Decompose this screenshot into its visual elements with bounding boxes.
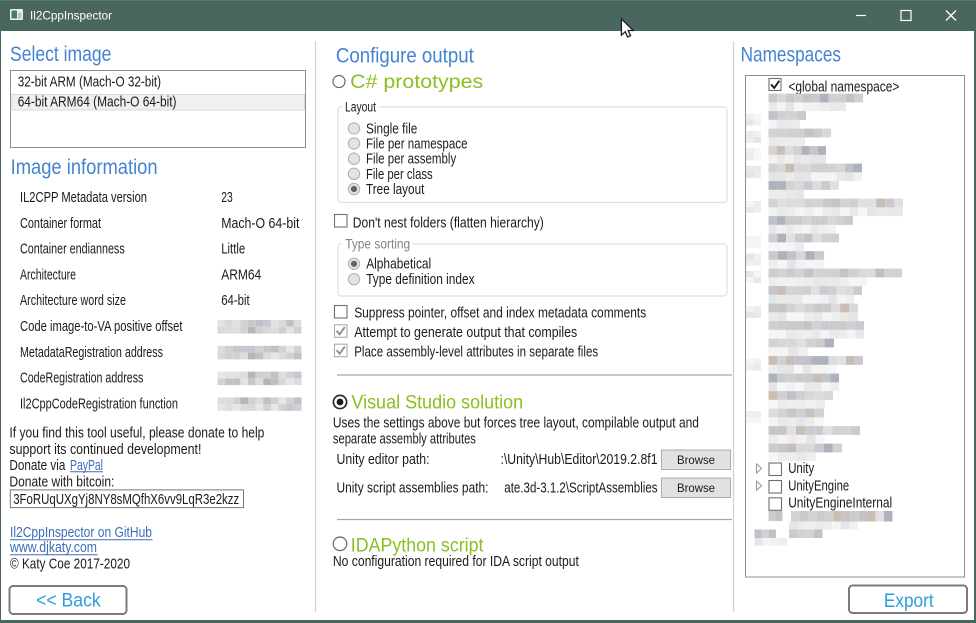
svg-text:© Katy Coe 2017-2020: © Katy Coe 2017-2020 [10,555,130,572]
svg-text:Browse: Browse [677,453,715,467]
svg-text:MetadataRegistration address: MetadataRegistration address [20,344,163,361]
svg-text:Alphabetical: Alphabetical [366,257,431,273]
svg-text:Architecture word size: Architecture word size [20,292,126,309]
svg-text:<global namespace>: <global namespace> [788,80,899,96]
svg-text:Type definition index: Type definition index [366,272,475,288]
svg-text:File per class: File per class [366,167,433,183]
svg-text:If you find this tool useful,: If you find this tool useful, please don… [9,425,264,442]
svg-text:Architecture: Architecture [20,266,76,283]
svg-text:Namespaces: Namespaces [741,44,841,67]
svg-text:Container format: Container format [20,215,102,232]
svg-text:Browse: Browse [677,481,715,495]
svg-text:<< Back: << Back [36,589,101,611]
svg-text:32-bit ARM (Mach-O 32-bit): 32-bit ARM (Mach-O 32-bit) [18,74,161,91]
svg-text:Tree layout: Tree layout [366,182,424,198]
svg-text:Suppress pointer, offset and i: Suppress pointer, offset and index metad… [354,306,646,322]
svg-text:File per assembly: File per assembly [366,152,457,168]
svg-text:3FoRUqUXgYj8NY8sMQfhX6vv9LqR3e: 3FoRUqUXgYj8NY8sMQfhX6vv9LqR3e2kzz [13,492,239,508]
svg-text:Donate with bitcoin:: Donate with bitcoin: [9,473,114,490]
svg-text:Select image: Select image [10,43,111,66]
svg-text:Donate via: Donate via [9,457,66,474]
svg-text:Type sorting: Type sorting [345,237,410,252]
svg-text:Configure output: Configure output [336,45,474,68]
svg-text:Mach-O 64-bit: Mach-O 64-bit [221,215,300,232]
svg-text:Place assembly-level attribute: Place assembly-level attributes in separ… [354,344,598,360]
svg-text:CodeRegistration address: CodeRegistration address [20,370,143,387]
svg-text:Unity editor path:: Unity editor path: [337,452,430,468]
svg-text:Code image-to-VA positive offs: Code image-to-VA positive offset [20,318,183,335]
svg-text:C# prototypes: C# prototypes [350,71,483,93]
svg-text:Container endianness: Container endianness [20,241,125,258]
svg-text:File per namespace: File per namespace [366,137,468,153]
svg-text:Attempt to generate output tha: Attempt to generate output that compiles [354,325,577,341]
svg-text:IL2CPP Metadata version: IL2CPP Metadata version [20,189,147,206]
svg-text:Il2CppInspector: Il2CppInspector [30,9,112,23]
svg-text:Don't nest folders (flatten hi: Don't nest folders (flatten hierarchy) [353,215,544,231]
svg-text:Image information: Image information [11,156,158,179]
svg-text:UnityEngineInternal: UnityEngineInternal [788,495,892,511]
svg-text:No configuration required for: No configuration required for IDA script… [333,554,579,570]
svg-text:ARM64: ARM64 [221,266,261,283]
svg-text:Export: Export [884,590,934,612]
svg-text:Visual Studio solution: Visual Studio solution [351,391,523,413]
svg-text:ate.3d-3.1.2\ScriptAssemblies: ate.3d-3.1.2\ScriptAssemblies [504,481,657,497]
svg-text:64-bit: 64-bit [221,292,250,309]
svg-text:Little: Little [221,241,245,258]
svg-text:Unity script assemblies path:: Unity script assemblies path: [337,481,489,497]
svg-text:23: 23 [221,189,233,206]
svg-text:support its continued developm: support its continued development! [9,441,201,458]
svg-text::\Unity\Hub\Editor\2019.2.8f1: :\Unity\Hub\Editor\2019.2.8f1 [501,452,658,468]
svg-text:Uses the settings above but fo: Uses the settings above but forces tree … [333,416,699,432]
svg-text:separate assembly attributes: separate assembly attributes [333,432,476,448]
svg-text:64-bit ARM64 (Mach-O 64-bit): 64-bit ARM64 (Mach-O 64-bit) [18,93,177,110]
svg-text:Il2CppCodeRegistration functio: Il2CppCodeRegistration function [20,395,178,412]
svg-text:Unity: Unity [788,461,815,477]
svg-text:UnityEngine: UnityEngine [788,478,849,494]
svg-text:Single file: Single file [366,121,417,137]
svg-text:Layout: Layout [345,100,376,115]
svg-text:www.djkaty.com: www.djkaty.com [9,539,97,556]
